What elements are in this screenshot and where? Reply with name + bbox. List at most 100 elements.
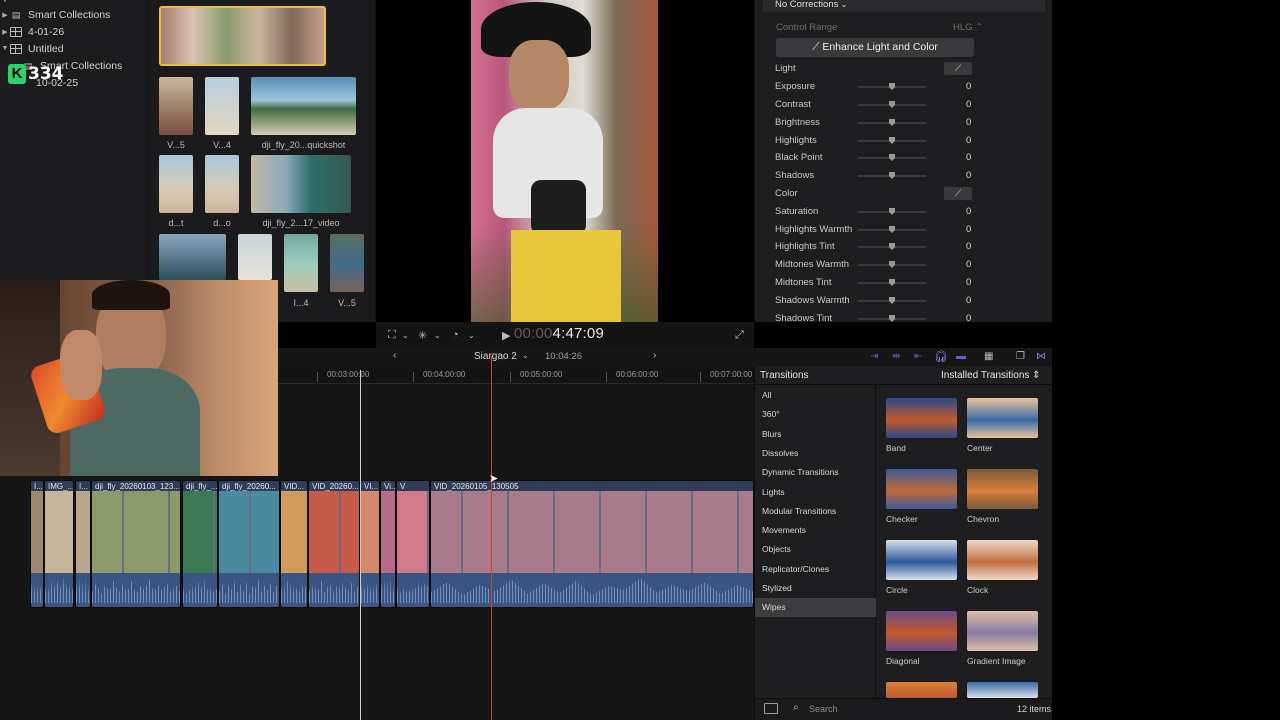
clip-thumbnail[interactable] bbox=[284, 234, 318, 292]
snapping-icon[interactable]: ▬ bbox=[956, 351, 966, 362]
play-icon[interactable]: ▶ bbox=[502, 329, 510, 342]
effects-browser-icon[interactable]: ❐ bbox=[1016, 351, 1025, 362]
timeline-clip[interactable]: VI... bbox=[360, 480, 380, 608]
timeline-clip[interactable]: dji_fly_... bbox=[182, 480, 218, 608]
clip-thumbnail[interactable] bbox=[159, 155, 193, 213]
transition-category[interactable]: Movements bbox=[755, 521, 876, 540]
transition-category[interactable]: Wipes bbox=[755, 598, 876, 618]
timeline-clip[interactable]: VID... bbox=[280, 480, 308, 608]
playhead[interactable] bbox=[360, 370, 361, 720]
adjustment-slider[interactable] bbox=[858, 172, 926, 179]
transition-category[interactable]: Dynamic Transitions bbox=[755, 463, 876, 482]
adjustment-value[interactable]: 0 bbox=[966, 259, 971, 270]
timeline-clip[interactable]: VID_20260105_130505 bbox=[430, 480, 754, 608]
clip-thumbnail[interactable] bbox=[159, 234, 226, 280]
adjustment-value[interactable]: 0 bbox=[966, 117, 971, 128]
transition-category[interactable]: Blurs bbox=[755, 425, 876, 444]
clip-thumbnail[interactable] bbox=[159, 77, 193, 135]
transition-thumbnail[interactable] bbox=[967, 682, 1038, 698]
adjustment-value[interactable]: 0 bbox=[966, 81, 971, 92]
timeline-clip[interactable]: VID_20260... bbox=[308, 480, 360, 608]
transitions-browser-icon[interactable]: ⋈ bbox=[1036, 351, 1046, 362]
search-input[interactable]: Search bbox=[809, 704, 838, 714]
disclosure-triangle-icon[interactable]: ▼ bbox=[0, 0, 10, 4]
transition-thumbnail[interactable] bbox=[886, 540, 957, 580]
adjustment-value[interactable]: 0 bbox=[966, 206, 971, 217]
installed-transitions-dropdown[interactable]: Installed Transitions ⇕ bbox=[941, 370, 1041, 381]
adjustment-value[interactable]: 0 bbox=[966, 170, 971, 181]
chevron-down-icon[interactable]: ⌄ bbox=[402, 331, 409, 340]
adjustment-slider[interactable] bbox=[858, 119, 926, 126]
speed-icon[interactable]: ◔ bbox=[452, 329, 459, 341]
adjustment-value[interactable]: 0 bbox=[966, 241, 971, 252]
back-arrow-icon[interactable]: ‹ bbox=[393, 350, 396, 361]
transition-category[interactable]: All bbox=[755, 386, 876, 405]
transition-category[interactable]: Dissolves bbox=[755, 444, 876, 463]
library-item-event-4-01-26[interactable]: ▶ 4-01-26 bbox=[0, 23, 148, 40]
transition-category[interactable]: Stylized bbox=[755, 579, 876, 598]
timeline-clip[interactable]: IMG_... bbox=[44, 480, 74, 608]
disclosure-triangle-icon[interactable]: ▶ bbox=[0, 11, 10, 19]
adjustment-value[interactable]: 0 bbox=[966, 224, 971, 235]
control-range-dropdown[interactable]: HLG ⌃ bbox=[953, 22, 983, 33]
adjustment-slider[interactable] bbox=[858, 279, 926, 286]
adjustment-slider[interactable] bbox=[858, 261, 926, 268]
adjustment-slider[interactable] bbox=[858, 315, 926, 322]
chevron-down-icon[interactable]: ⌄ bbox=[434, 331, 441, 340]
library-item-untitled[interactable]: ▼ Untitled bbox=[0, 40, 148, 57]
sidebar-toggle-icon[interactable] bbox=[764, 703, 778, 714]
adjustment-value[interactable]: 0 bbox=[966, 135, 971, 146]
adjustment-value[interactable]: 0 bbox=[966, 152, 971, 163]
transition-category[interactable]: Objects bbox=[755, 540, 876, 559]
chevron-down-icon[interactable]: ⌄ bbox=[522, 351, 529, 360]
crop-icon[interactable]: ⛶ bbox=[388, 329, 396, 342]
adjustment-slider[interactable] bbox=[858, 243, 926, 250]
connect-clip-icon[interactable]: ⇹ bbox=[892, 351, 900, 362]
transition-thumbnail[interactable] bbox=[967, 611, 1038, 651]
transition-thumbnail[interactable] bbox=[886, 469, 957, 509]
clip-view-icon[interactable]: ▦ bbox=[984, 351, 993, 362]
adjustment-value[interactable]: 0 bbox=[966, 295, 971, 306]
auto-enhance-icon[interactable]: ⟋ bbox=[944, 187, 972, 200]
clip-thumbnail-selected[interactable] bbox=[159, 6, 326, 66]
adjustment-slider[interactable] bbox=[858, 101, 926, 108]
transition-category[interactable]: Modular Transitions bbox=[755, 502, 876, 521]
adjustment-slider[interactable] bbox=[858, 208, 926, 215]
library-item-smart-collections[interactable]: ▶ ▤ Smart Collections bbox=[0, 6, 148, 23]
clip-thumbnail[interactable] bbox=[238, 234, 272, 280]
adjustment-value[interactable]: 0 bbox=[966, 313, 971, 324]
project-name[interactable]: Siargao 2 bbox=[474, 351, 517, 362]
timeline-clip[interactable]: dji_fly_20260103_123... bbox=[91, 480, 181, 608]
transition-thumbnail[interactable] bbox=[886, 611, 957, 651]
disclosure-triangle-icon[interactable]: ▶ bbox=[0, 28, 10, 36]
transition-thumbnail[interactable] bbox=[967, 469, 1038, 509]
clip-thumbnail[interactable] bbox=[330, 234, 364, 292]
adjustment-slider[interactable] bbox=[858, 154, 926, 161]
clip-appearance-icon[interactable]: ⇥ bbox=[870, 351, 878, 362]
adjustment-value[interactable]: 0 bbox=[966, 277, 971, 288]
enhance-light-color-button[interactable]: ⟋ Enhance Light and Color bbox=[776, 38, 974, 57]
adjustment-value[interactable]: 0 bbox=[966, 99, 971, 110]
magic-wand-icon[interactable]: ✳ bbox=[418, 329, 427, 342]
timeline-clip[interactable]: I... bbox=[30, 480, 44, 608]
timeline-clip[interactable]: I... bbox=[75, 480, 91, 608]
timeline-ruler[interactable]: 00:03:00:00 00:04:00:00 00:05:00:00 00:06:0… bbox=[278, 366, 754, 384]
timeline-clip[interactable]: dji_fly_20260... bbox=[218, 480, 280, 608]
clip-thumbnail[interactable] bbox=[251, 77, 356, 135]
timeline-clip[interactable]: V bbox=[396, 480, 430, 608]
transition-thumbnail[interactable] bbox=[886, 398, 957, 438]
headphones-icon[interactable]: 🎧︎ bbox=[934, 350, 948, 363]
insert-icon[interactable]: ⇤ bbox=[914, 351, 922, 362]
transition-category[interactable]: Replicator/Clones bbox=[755, 560, 876, 579]
transition-thumbnail[interactable] bbox=[886, 682, 957, 698]
transition-thumbnail[interactable] bbox=[967, 398, 1038, 438]
adjustment-slider[interactable] bbox=[858, 226, 926, 233]
transition-category[interactable]: Lights bbox=[755, 483, 876, 502]
fullscreen-icon[interactable]: ⤢ bbox=[735, 329, 744, 342]
transition-thumbnail[interactable] bbox=[967, 540, 1038, 580]
adjustment-slider[interactable] bbox=[858, 297, 926, 304]
clip-thumbnail[interactable] bbox=[205, 155, 239, 213]
forward-arrow-icon[interactable]: › bbox=[653, 350, 656, 361]
clip-thumbnail[interactable] bbox=[251, 155, 351, 213]
disclosure-triangle-icon[interactable]: ▼ bbox=[0, 45, 10, 52]
